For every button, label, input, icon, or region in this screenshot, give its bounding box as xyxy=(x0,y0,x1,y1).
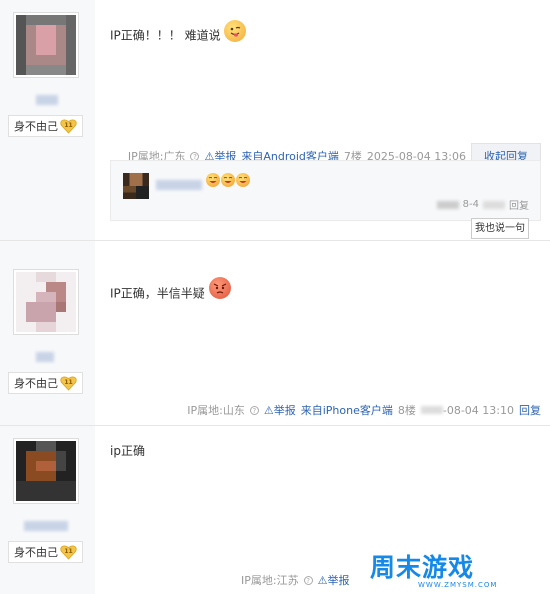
badge-label: 身不由己 xyxy=(14,546,58,559)
sub-reply-author[interactable] xyxy=(156,180,202,190)
post-text: IP正确！！！ 难道说 xyxy=(110,28,221,43)
author-name[interactable] xyxy=(36,95,58,105)
post-meta: IP属地:江苏 ? ⚠举报 xyxy=(241,572,349,588)
post-content: IP正确，半信半疑 xyxy=(110,277,231,305)
report-link[interactable]: ⚠举报 xyxy=(318,572,350,588)
sub-reply-time: 8-4 xyxy=(462,199,479,210)
post-floor-7: 身不由己 11 IP正确！！！ 难道说 IP属地:广东 ? ⚠举报 来自Andr… xyxy=(0,0,550,240)
angry-emoji-icon xyxy=(208,277,231,299)
post-content: IP正确！！！ 难道说 xyxy=(110,20,247,47)
laugh-emoji-icon xyxy=(206,173,220,187)
sub-reply-meta: 8-4 回复 xyxy=(436,197,529,212)
post-meta: IP属地:山东 ? ⚠举报 来自iPhone客户端 8楼 -08-04 13:1… xyxy=(187,402,541,418)
post-floor-8: 身不由己 11 IP正确，半信半疑 IP属地:山东 ? ⚠举报 来自iPhone… xyxy=(0,241,550,425)
author-avatar[interactable] xyxy=(13,12,79,78)
watermark-brand: 周末游戏 xyxy=(370,553,475,582)
laugh-emoji-icon xyxy=(236,173,250,187)
add-comment-button[interactable]: 我也说一句 xyxy=(471,218,529,239)
svg-text:11: 11 xyxy=(64,379,72,386)
laugh-emoji-icon xyxy=(221,173,235,187)
report-link[interactable]: ⚠举报 xyxy=(264,402,296,418)
sub-reply-box: 8-4 回复 xyxy=(110,160,541,221)
sub-reply-content xyxy=(206,173,250,187)
ip-location: IP属地:江苏 xyxy=(241,574,299,587)
help-icon[interactable]: ? xyxy=(303,575,313,585)
author-avatar[interactable] xyxy=(13,438,79,504)
tongue-emoji-icon xyxy=(224,20,247,42)
level-heart-icon: 11 xyxy=(60,544,77,560)
post-text: IP正确，半信半疑 xyxy=(110,286,205,301)
sub-reply-avatar[interactable] xyxy=(123,173,149,199)
svg-text:11: 11 xyxy=(64,548,72,555)
client-source[interactable]: 来自iPhone客户端 xyxy=(301,402,393,418)
post-content: ip正确 xyxy=(110,443,145,459)
reply-link[interactable]: 回复 xyxy=(519,402,541,418)
ip-location: IP属地:山东 xyxy=(187,404,245,417)
author-name[interactable] xyxy=(24,521,68,531)
help-icon[interactable]: ? xyxy=(249,405,259,415)
site-watermark: 周末游戏 WWW.ZMYSM.COM xyxy=(370,548,540,590)
author-avatar[interactable] xyxy=(13,269,79,335)
warning-icon: ⚠ xyxy=(317,574,328,587)
svg-text:11: 11 xyxy=(64,122,72,129)
post-time: -08-04 13:10 xyxy=(442,403,514,417)
watermark-url: WWW.ZMYSM.COM xyxy=(418,581,498,589)
badge-label: 身不由己 xyxy=(14,120,58,133)
level-badge[interactable]: 身不由己 11 xyxy=(8,541,83,563)
warning-icon: ⚠ xyxy=(263,404,274,417)
post-text: ip正确 xyxy=(110,444,145,458)
sub-reply-reply-link[interactable]: 回复 xyxy=(509,197,529,212)
level-badge[interactable]: 身不由己 11 xyxy=(8,115,83,137)
level-heart-icon: 11 xyxy=(60,118,77,134)
author-name[interactable] xyxy=(36,352,54,362)
badge-label: 身不由己 xyxy=(14,377,58,390)
level-badge[interactable]: 身不由己 11 xyxy=(8,372,83,394)
floor-number: 8楼 xyxy=(397,404,416,417)
level-heart-icon: 11 xyxy=(60,375,77,391)
